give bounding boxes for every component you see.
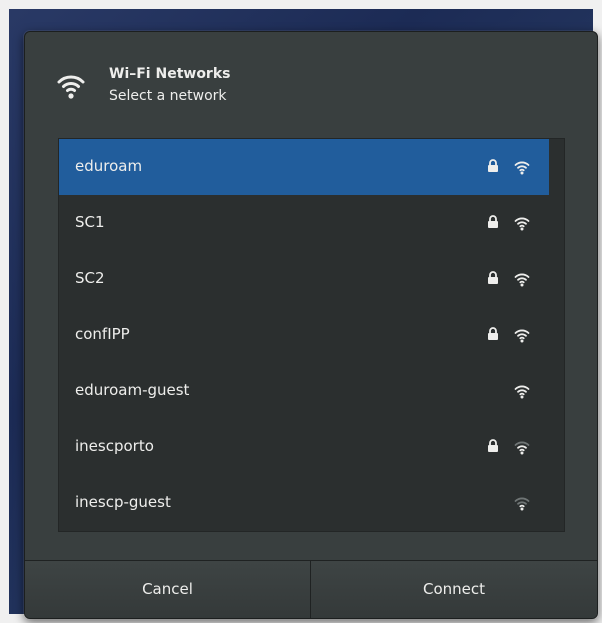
network-name: SC2 [75, 269, 105, 287]
dialog-title: Wi–Fi Networks [109, 66, 231, 82]
lock-icon [486, 327, 500, 341]
network-row[interactable]: SC2 [59, 251, 549, 307]
wifi-icon [57, 75, 85, 99]
network-name: eduroam-guest [75, 381, 190, 399]
network-name: inescporto [75, 437, 154, 455]
network-name: inescp-guest [75, 493, 171, 511]
wifi-signal-icon [514, 159, 530, 175]
lock-icon [486, 271, 500, 285]
lock-icon [486, 159, 500, 173]
network-row[interactable]: eduroam [59, 139, 549, 195]
network-name: eduroam [75, 157, 143, 175]
wifi-signal-icon [514, 439, 530, 455]
network-row[interactable]: inescp-guest [59, 475, 549, 531]
dialog-footer: Cancel Connect [25, 560, 597, 618]
network-row[interactable]: confIPP [59, 307, 549, 363]
wifi-signal-icon [514, 271, 530, 287]
cancel-button[interactable]: Cancel [25, 561, 311, 618]
network-row[interactable]: eduroam-guest [59, 363, 549, 419]
lock-icon [486, 215, 500, 229]
network-row[interactable]: inescporto [59, 419, 549, 475]
wifi-signal-icon [514, 383, 530, 399]
network-name: confIPP [75, 325, 130, 343]
dialog-subtitle: Select a network [109, 88, 227, 104]
wifi-signal-icon [514, 215, 530, 231]
dialog-header: Wi–Fi Networks Select a network [56, 66, 456, 116]
wifi-signal-icon [514, 327, 530, 343]
network-list[interactable]: eduroam SC1 SC2 confIPP eduroam-guest inescpo… [58, 138, 565, 532]
lock-icon [486, 439, 500, 453]
connect-button[interactable]: Connect [311, 561, 597, 618]
wifi-signal-icon [514, 495, 530, 511]
wifi-dialog: Wi–Fi Networks Select a network eduroam S… [24, 31, 598, 619]
network-row[interactable]: SC1 [59, 195, 549, 251]
network-name: SC1 [75, 213, 105, 231]
